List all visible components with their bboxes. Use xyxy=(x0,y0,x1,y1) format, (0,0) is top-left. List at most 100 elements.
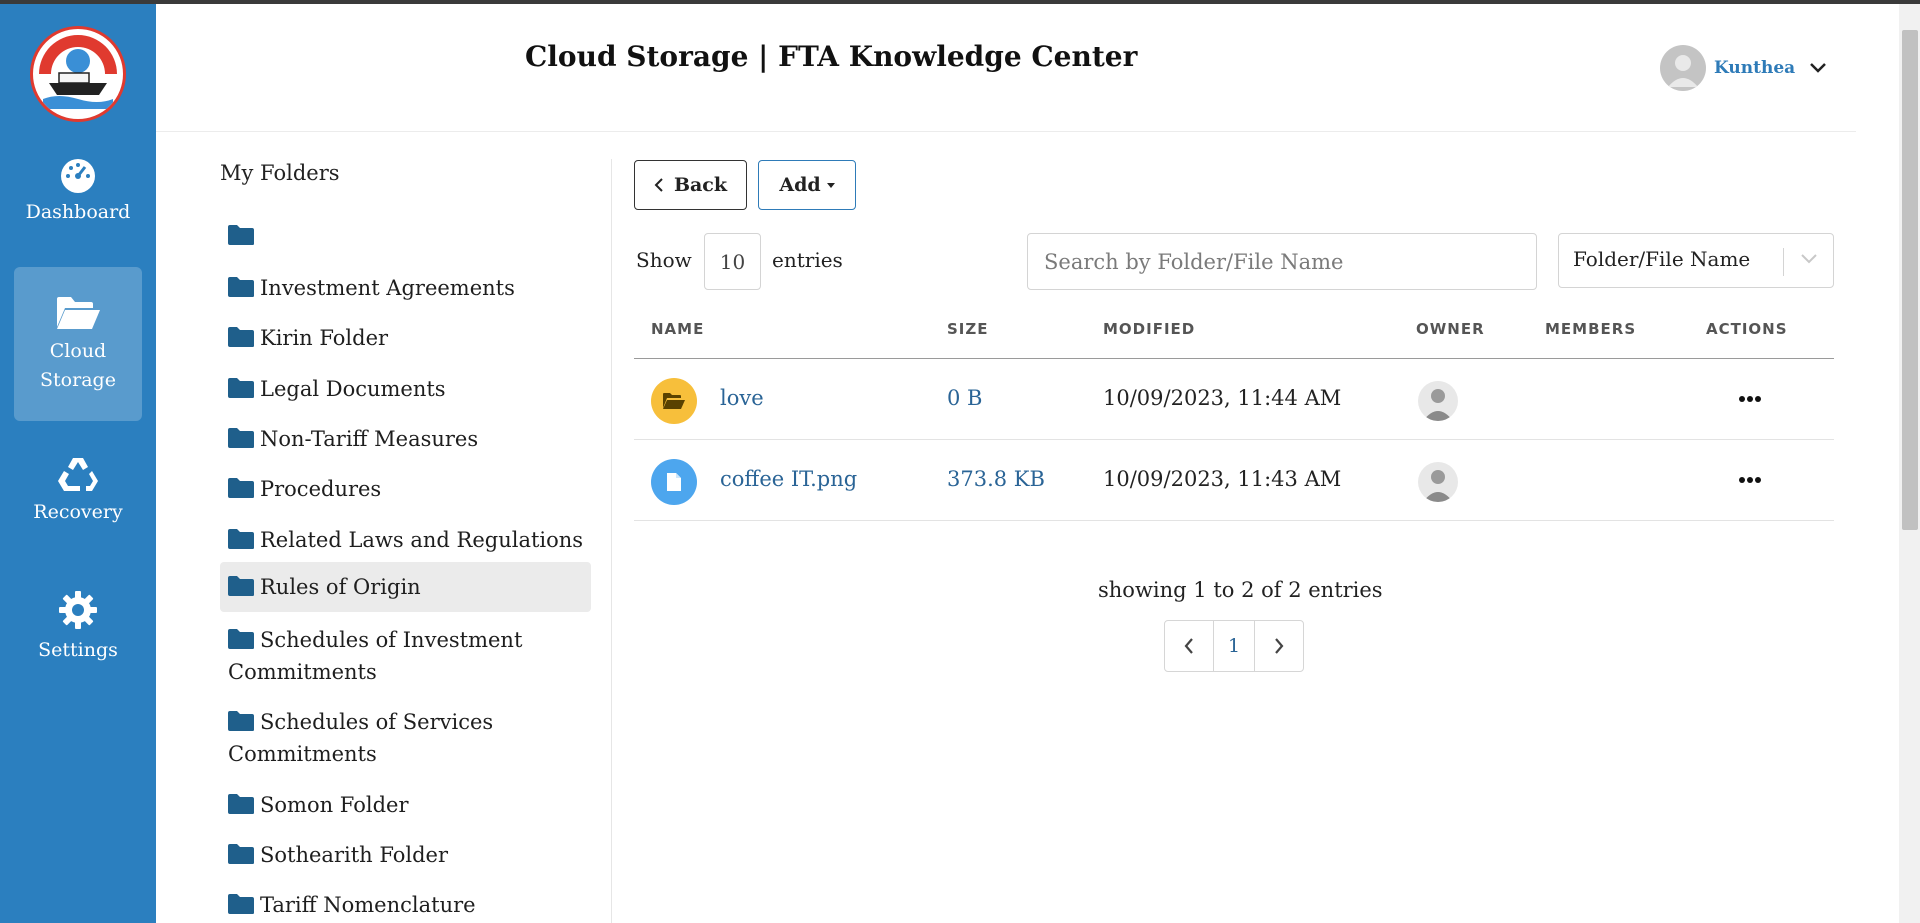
folder-icon xyxy=(228,378,254,398)
sidebar-item-label: Settings xyxy=(38,639,118,661)
column-header-members[interactable]: MEMBERS xyxy=(1545,320,1636,338)
folder-label: Kirin Folder xyxy=(260,326,389,350)
folder-icon xyxy=(228,629,254,649)
column-header-actions: ACTIONS xyxy=(1706,320,1788,338)
folder-tree-divider xyxy=(611,159,612,923)
chevron-down-icon xyxy=(1810,63,1827,73)
folder-label: Schedules of Services Commitments xyxy=(228,710,494,766)
folder-item-sothearith-folder[interactable]: Sothearith Folder xyxy=(220,839,591,871)
folder-label: Legal Documents xyxy=(260,377,446,401)
sidebar-item-label: Recovery xyxy=(33,501,123,523)
folder-icon xyxy=(228,794,254,814)
table-row[interactable]: coffee IT.png 373.8 KB 10/09/2023, 11:43… xyxy=(634,440,1834,520)
back-button[interactable]: Back xyxy=(634,160,747,210)
file-icon xyxy=(667,473,681,491)
gear-icon xyxy=(59,591,97,629)
item-name-link[interactable]: coffee IT.png xyxy=(720,467,857,491)
folder-item-non-tariff-measures[interactable]: Non-Tariff Measures xyxy=(220,423,591,455)
folder-label: Rules of Origin xyxy=(260,575,421,599)
folder-item-schedules-investment[interactable]: Schedules of Investment Commitments xyxy=(220,624,591,688)
header-divider xyxy=(156,131,1856,132)
user-name: Kunthea xyxy=(1714,58,1796,78)
folder-open-icon xyxy=(57,297,100,329)
folder-icon xyxy=(228,529,254,549)
select-separator xyxy=(1783,248,1784,276)
add-button-label: Add xyxy=(779,174,821,196)
folder-item-rules-of-origin[interactable]: Rules of Origin xyxy=(220,562,591,612)
chevron-left-icon xyxy=(654,178,663,192)
item-size: 373.8 KB xyxy=(947,467,1045,491)
avatar xyxy=(1660,45,1706,91)
folder-icon xyxy=(228,277,254,297)
folder-icon xyxy=(228,225,254,245)
folder-item-related-laws[interactable]: Related Laws and Regulations xyxy=(220,524,591,556)
folder-item-tariff-nomenclature[interactable]: Tariff Nomenclature xyxy=(220,889,591,921)
folder-icon xyxy=(228,894,254,914)
window-top-border xyxy=(0,0,1920,4)
folder-label: Investment Agreements xyxy=(260,276,515,300)
folder-icon xyxy=(228,327,254,347)
page-number-button[interactable]: 1 xyxy=(1213,621,1255,671)
sidebar-item-recovery[interactable]: Recovery xyxy=(14,454,142,554)
caret-down-icon xyxy=(826,182,835,188)
column-header-size[interactable]: SIZE xyxy=(947,320,989,338)
folder-label: Schedules of Investment Commitments xyxy=(228,628,523,684)
folder-item-somon-folder[interactable]: Somon Folder xyxy=(220,789,591,821)
more-actions-icon[interactable] xyxy=(1738,389,1762,409)
column-header-owner[interactable]: OWNER xyxy=(1416,320,1485,338)
folder-label: Non-Tariff Measures xyxy=(260,427,479,451)
sidebar-item-settings[interactable]: Settings xyxy=(14,590,142,690)
more-actions-icon[interactable] xyxy=(1738,470,1762,490)
chevron-down-icon xyxy=(1801,254,1817,264)
folder-open-icon xyxy=(663,393,685,409)
folder-item-legal-documents[interactable]: Legal Documents xyxy=(220,373,591,405)
owner-avatar xyxy=(1418,381,1458,421)
sidebar-item-dashboard[interactable]: Dashboard xyxy=(14,154,142,254)
item-modified: 10/09/2023, 11:44 AM xyxy=(1103,386,1342,410)
chevron-left-icon xyxy=(1184,638,1193,654)
search-input[interactable] xyxy=(1027,233,1537,290)
folder-label: Tariff Nomenclature xyxy=(260,893,476,917)
folder-type-badge xyxy=(651,378,697,424)
entries-label: entries xyxy=(772,248,843,272)
folder-icon xyxy=(228,428,254,448)
next-page-button[interactable] xyxy=(1255,621,1303,671)
folder-tree-title: My Folders xyxy=(220,161,340,185)
sidebar-item-cloud-storage[interactable]: Cloud Storage xyxy=(14,267,142,421)
folder-item[interactable] xyxy=(220,220,591,252)
show-label: Show xyxy=(636,248,692,272)
search-filter-value: Folder/File Name xyxy=(1573,247,1751,271)
page-title: Cloud Storage | FTA Knowledge Center xyxy=(525,40,1138,73)
folder-label: Somon Folder xyxy=(260,793,409,817)
item-modified: 10/09/2023, 11:43 AM xyxy=(1103,467,1342,491)
scrollbar-thumb[interactable] xyxy=(1902,30,1918,530)
folder-label: Sothearith Folder xyxy=(260,843,449,867)
organization-logo xyxy=(30,26,126,122)
item-size: 0 B xyxy=(947,386,983,410)
column-header-name[interactable]: NAME xyxy=(651,320,704,338)
pagination-summary: showing 1 to 2 of 2 entries xyxy=(1098,578,1383,602)
entries-per-page-select[interactable]: 10 xyxy=(704,233,761,290)
folder-item-kirin-folder[interactable]: Kirin Folder xyxy=(220,322,591,354)
folder-item-schedules-services[interactable]: Schedules of Services Commitments xyxy=(220,706,591,770)
search-filter-select[interactable]: Folder/File Name xyxy=(1558,233,1834,288)
folder-item-investment-agreements[interactable]: Investment Agreements xyxy=(220,272,591,304)
pagination: 1 xyxy=(1164,620,1304,672)
recycle-icon xyxy=(58,458,98,491)
dashboard-gauge-icon xyxy=(61,159,95,193)
table-row[interactable]: love 0 B 10/09/2023, 11:44 AM xyxy=(634,359,1834,439)
file-type-badge xyxy=(651,459,697,505)
folder-label: Procedures xyxy=(260,477,382,501)
item-name-link[interactable]: love xyxy=(720,386,764,410)
sidebar-item-label: Cloud Storage xyxy=(40,340,116,391)
back-button-label: Back xyxy=(673,174,728,196)
owner-avatar xyxy=(1418,462,1458,502)
sidebar-item-label: Dashboard xyxy=(25,201,131,223)
previous-page-button[interactable] xyxy=(1165,621,1213,671)
add-dropdown-button[interactable]: Add xyxy=(758,160,856,210)
folder-item-procedures[interactable]: Procedures xyxy=(220,473,591,505)
folder-icon xyxy=(228,844,254,864)
column-header-modified[interactable]: MODIFIED xyxy=(1103,320,1195,338)
user-menu[interactable]: Kunthea xyxy=(1660,44,1827,92)
chevron-right-icon xyxy=(1275,638,1284,654)
